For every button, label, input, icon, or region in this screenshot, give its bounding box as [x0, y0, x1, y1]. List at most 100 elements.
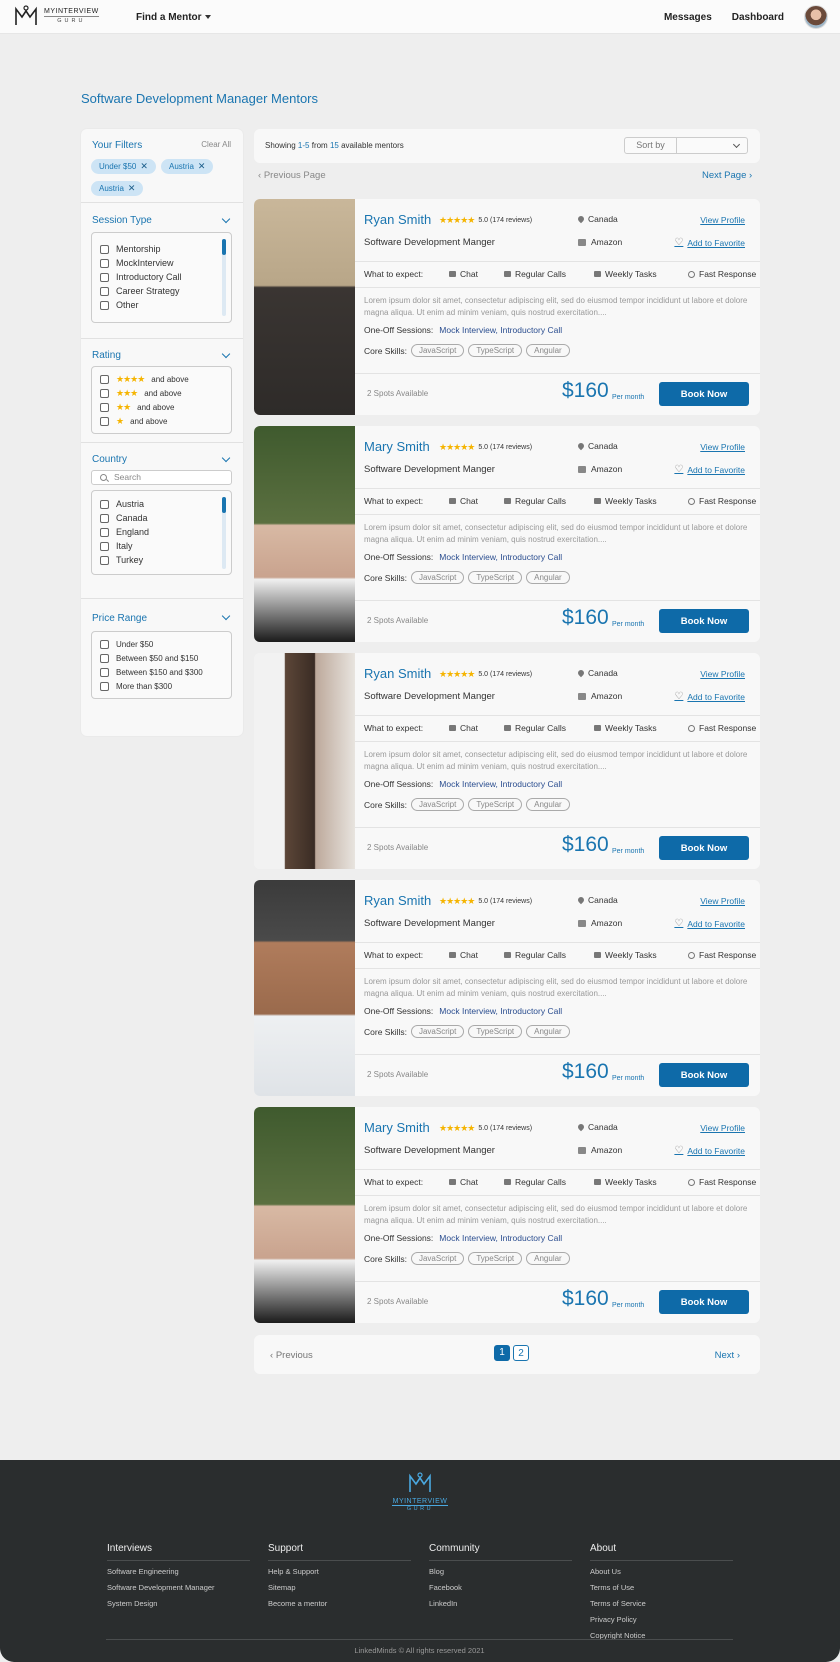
book-now-button[interactable]: Book Now	[659, 1063, 749, 1087]
country-option[interactable]: England	[100, 526, 149, 538]
page-2-button[interactable]: 2	[513, 1345, 529, 1361]
mentor-photo[interactable]	[254, 880, 355, 1096]
book-now-button[interactable]: Book Now	[659, 836, 749, 860]
pagination-previous[interactable]: ‹ Previous	[270, 1350, 313, 1361]
user-avatar[interactable]	[804, 5, 828, 29]
rating-option[interactable]: ★★ and above	[100, 401, 175, 413]
checkbox[interactable]	[100, 416, 109, 426]
add-to-favorite-link[interactable]: ♡ Add to Favorite	[674, 918, 745, 929]
previous-page-link[interactable]: ‹ Previous Page	[258, 170, 326, 181]
footer-link[interactable]: Sitemap	[268, 1583, 411, 1592]
footer-link[interactable]: System Design	[107, 1599, 250, 1608]
chevron-down-icon[interactable]	[221, 453, 231, 463]
mentor-photo[interactable]	[254, 199, 355, 415]
chevron-down-icon[interactable]	[221, 611, 231, 621]
country-option[interactable]: Canada	[100, 512, 148, 524]
next-page-link[interactable]: Next Page ›	[702, 170, 752, 181]
checkbox[interactable]	[100, 639, 109, 649]
page-1-button[interactable]: 1	[494, 1345, 510, 1361]
chevron-down-icon[interactable]	[221, 214, 231, 224]
checkbox[interactable]	[100, 499, 109, 509]
remove-chip-icon[interactable]: ✕	[140, 159, 148, 174]
remove-chip-icon[interactable]: ✕	[198, 159, 206, 174]
add-to-favorite-link[interactable]: ♡ Add to Favorite	[674, 464, 745, 475]
mentor-photo[interactable]	[254, 426, 355, 642]
checkbox[interactable]	[100, 667, 109, 677]
mentor-photo[interactable]	[254, 1107, 355, 1323]
filter-chip[interactable]: Austria ✕	[91, 181, 144, 196]
view-profile-link[interactable]: View Profile	[700, 669, 745, 679]
rating-option[interactable]: ★★★ and above	[100, 387, 182, 399]
footer-link[interactable]: Terms of Use	[590, 1583, 733, 1592]
country-option[interactable]: Turkey	[100, 554, 143, 566]
scrollbar-thumb[interactable]	[222, 497, 226, 513]
find-mentor-menu[interactable]: Find a Mentor	[136, 12, 211, 23]
price-range-title[interactable]: Price Range	[92, 613, 147, 624]
checkbox[interactable]	[100, 527, 109, 537]
mentor-name[interactable]: Ryan Smith	[364, 212, 431, 227]
session-option[interactable]: Other	[100, 299, 139, 311]
price-option[interactable]: Between $150 and $300	[100, 666, 203, 678]
pagination-next[interactable]: Next ›	[715, 1350, 740, 1361]
view-profile-link[interactable]: View Profile	[700, 896, 745, 906]
footer-link[interactable]: LinkedIn	[429, 1599, 572, 1608]
add-to-favorite-link[interactable]: ♡ Add to Favorite	[674, 1145, 745, 1156]
session-type-title[interactable]: Session Type	[92, 215, 152, 226]
session-option[interactable]: Mentorship	[100, 243, 161, 255]
session-option[interactable]: Career Strategy	[100, 285, 180, 297]
footer-link[interactable]: Terms of Service	[590, 1599, 733, 1608]
mentor-name[interactable]: Mary Smith	[364, 1120, 430, 1135]
view-profile-link[interactable]: View Profile	[700, 1123, 745, 1133]
add-to-favorite-link[interactable]: ♡ Add to Favorite	[674, 237, 745, 248]
footer-link[interactable]: Blog	[429, 1567, 572, 1576]
checkbox[interactable]	[100, 653, 109, 663]
footer-link[interactable]: Become a mentor	[268, 1599, 411, 1608]
checkbox[interactable]	[100, 513, 109, 523]
footer-link[interactable]: Software Engineering	[107, 1567, 250, 1576]
checkbox[interactable]	[100, 681, 109, 691]
checkbox[interactable]	[100, 541, 109, 551]
price-option[interactable]: Under $50	[100, 638, 153, 650]
site-logo[interactable]: MYINTERVIEW GURU	[14, 5, 99, 27]
mentor-name[interactable]: Ryan Smith	[364, 666, 431, 681]
price-option[interactable]: More than $300	[100, 680, 172, 692]
checkbox[interactable]	[100, 555, 109, 565]
checkbox[interactable]	[100, 286, 109, 296]
chevron-down-icon[interactable]	[221, 349, 231, 359]
clear-all-button[interactable]: Clear All	[201, 140, 231, 149]
checkbox[interactable]	[100, 374, 109, 384]
add-to-favorite-link[interactable]: ♡ Add to Favorite	[674, 691, 745, 702]
checkbox[interactable]	[100, 258, 109, 268]
country-search-input[interactable]: Search	[91, 470, 232, 485]
rating-title[interactable]: Rating	[92, 350, 121, 361]
mentor-name[interactable]: Mary Smith	[364, 439, 430, 454]
footer-link[interactable]: Facebook	[429, 1583, 572, 1592]
rating-option[interactable]: ★ and above	[100, 415, 167, 427]
rating-option[interactable]: ★★★★ and above	[100, 373, 189, 385]
mentor-name[interactable]: Ryan Smith	[364, 893, 431, 908]
checkbox[interactable]	[100, 244, 109, 254]
nav-dashboard[interactable]: Dashboard	[732, 12, 784, 23]
checkbox[interactable]	[100, 388, 109, 398]
footer-link[interactable]: About Us	[590, 1567, 733, 1576]
footer-logo[interactable]: MYINTERVIEW GURU	[392, 1472, 448, 1512]
book-now-button[interactable]: Book Now	[659, 1290, 749, 1314]
country-option[interactable]: Italy	[100, 540, 133, 552]
view-profile-link[interactable]: View Profile	[700, 442, 745, 452]
footer-link[interactable]: Software Development Manager	[107, 1583, 250, 1592]
mentor-photo[interactable]	[254, 653, 355, 869]
nav-messages[interactable]: Messages	[664, 12, 712, 23]
session-option[interactable]: MockInterview	[100, 257, 174, 269]
book-now-button[interactable]: Book Now	[659, 609, 749, 633]
view-profile-link[interactable]: View Profile	[700, 215, 745, 225]
checkbox[interactable]	[100, 300, 109, 310]
country-option[interactable]: Austria	[100, 498, 144, 510]
filter-chip[interactable]: Under $50 ✕	[91, 159, 156, 174]
sort-by-select[interactable]: Sort by	[624, 137, 748, 154]
footer-link[interactable]: Help & Support	[268, 1567, 411, 1576]
remove-chip-icon[interactable]: ✕	[128, 181, 136, 196]
footer-link[interactable]: Privacy Policy	[590, 1615, 733, 1624]
price-option[interactable]: Between $50 and $150	[100, 652, 198, 664]
country-title[interactable]: Country	[92, 454, 127, 465]
session-option[interactable]: Introductory Call	[100, 271, 182, 283]
